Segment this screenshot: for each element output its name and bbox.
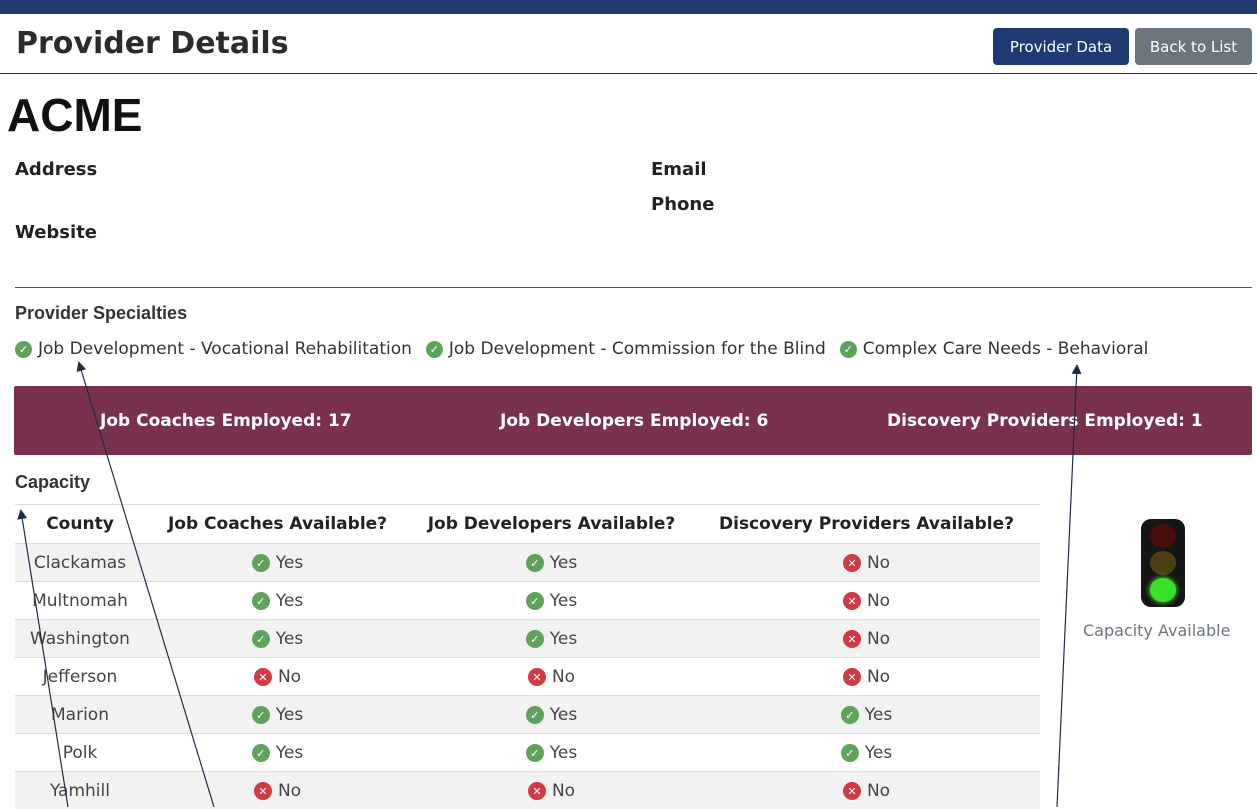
annotation-arrows bbox=[0, 0, 1257, 807]
annotation-arrow bbox=[21, 511, 68, 807]
annotation-arrow bbox=[79, 363, 214, 807]
annotation-arrow bbox=[1057, 366, 1077, 807]
